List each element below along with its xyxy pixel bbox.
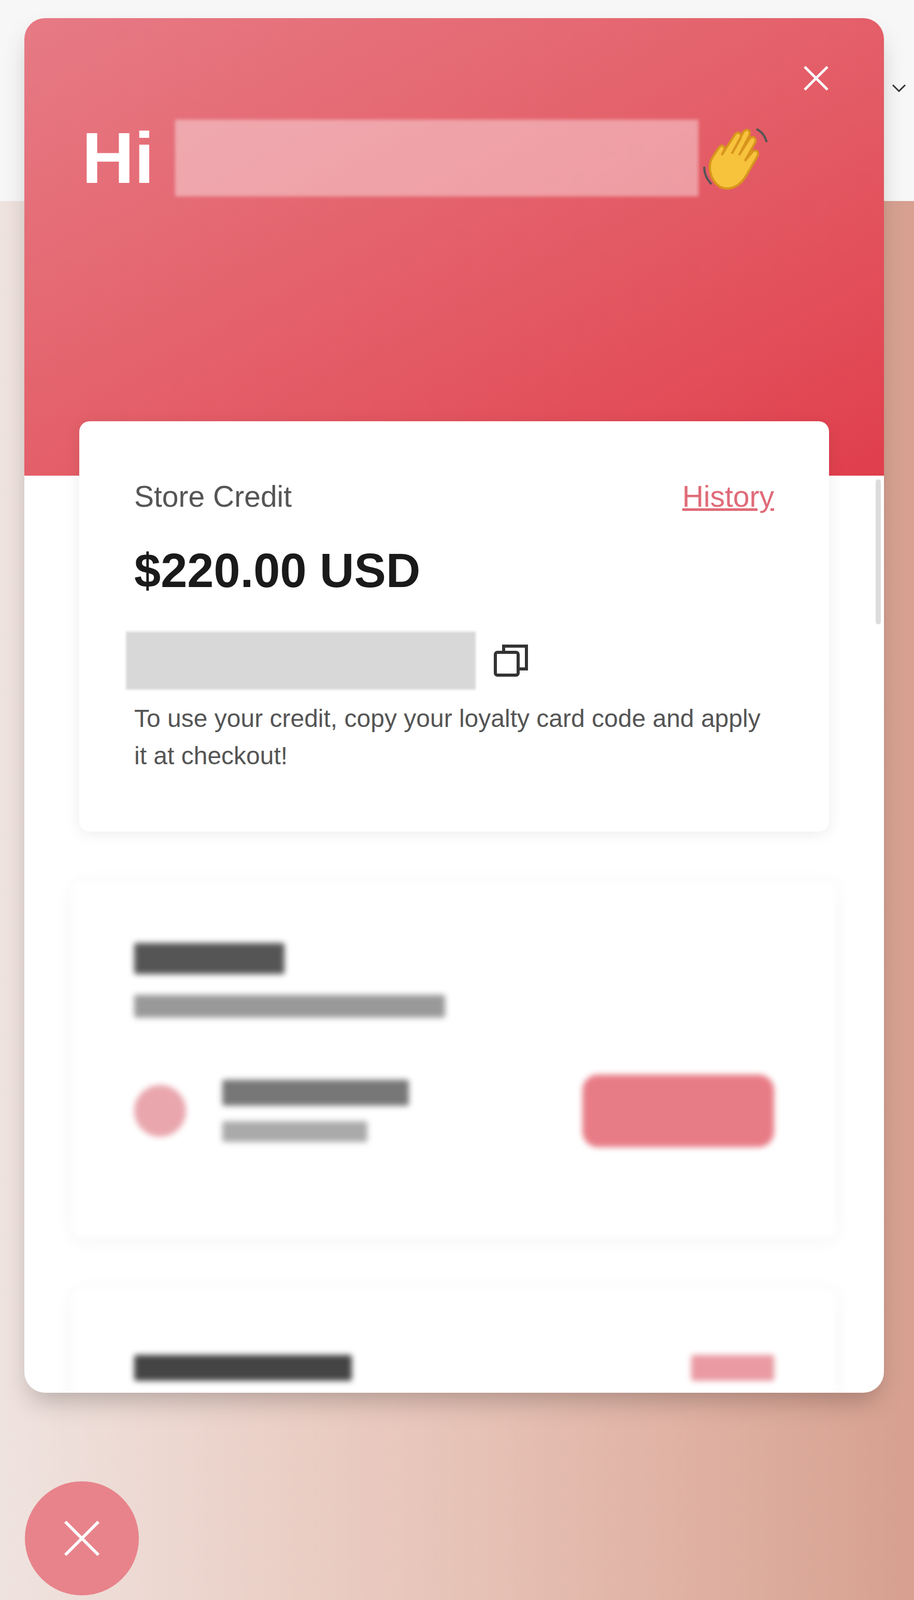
panel-scrollbar[interactable] bbox=[875, 479, 881, 625]
greeting: Hi bbox=[81, 121, 155, 195]
store-credit-card: Store Credit History $220.00 USD To use … bbox=[79, 421, 830, 832]
close-icon[interactable] bbox=[801, 63, 831, 93]
launcher-close-button[interactable] bbox=[24, 1481, 139, 1596]
ways-card-blurred bbox=[72, 1287, 837, 1393]
panel-header: Hi bbox=[24, 18, 884, 476]
credit-instructions: To use your credit, copy your loyalty ca… bbox=[134, 700, 775, 775]
loyalty-code-redacted bbox=[125, 631, 476, 690]
store-credit-label: Store Credit bbox=[134, 478, 292, 516]
credit-amount: $220.00 USD bbox=[134, 540, 775, 601]
customer-name-redacted bbox=[175, 119, 699, 197]
history-link[interactable]: History bbox=[682, 478, 775, 516]
close-icon bbox=[62, 1518, 102, 1559]
rewards-card-blurred bbox=[72, 880, 837, 1239]
waving-hand-icon bbox=[698, 121, 771, 195]
chevron-down-icon[interactable] bbox=[891, 82, 907, 94]
loyalty-panel: Hi Store Credit History $220.00 USD To u… bbox=[24, 18, 884, 1393]
copy-icon[interactable] bbox=[491, 639, 533, 682]
